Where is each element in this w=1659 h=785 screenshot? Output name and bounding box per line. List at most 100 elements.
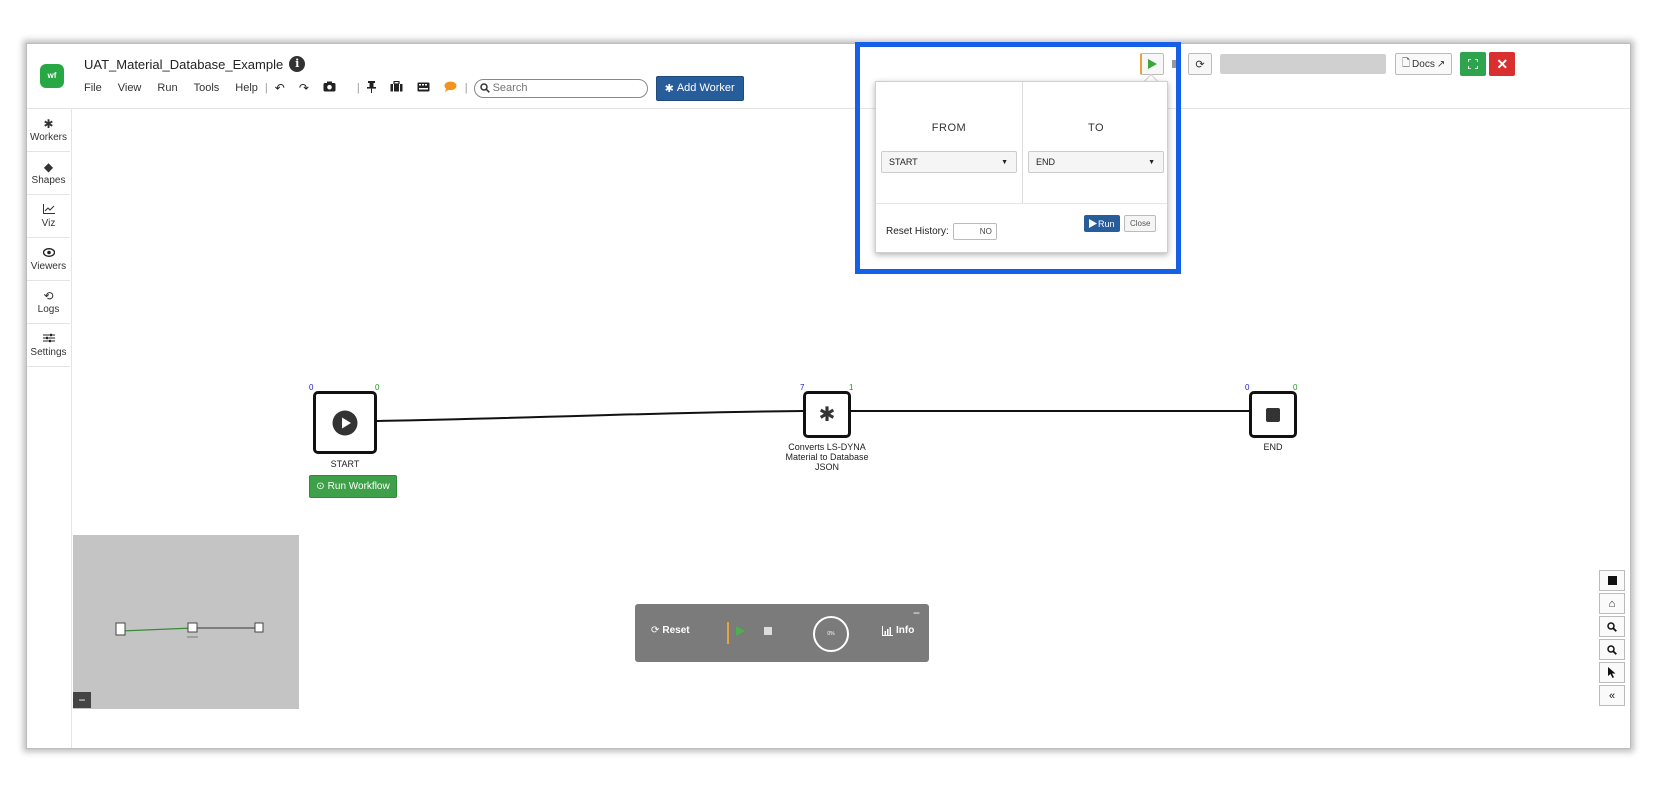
play-circle-icon: ⊙ [316, 481, 325, 492]
to-select[interactable]: END ▼ [1028, 151, 1164, 173]
node-start[interactable] [313, 391, 377, 454]
from-select[interactable]: START ▼ [881, 151, 1017, 173]
search-input[interactable] [492, 82, 633, 94]
sidebar-item-logs[interactable]: ⟲ Logs [27, 281, 70, 324]
menu-run[interactable]: Run [157, 82, 177, 94]
refresh-button[interactable]: ⟳ [1188, 53, 1212, 75]
add-worker-label: Add Worker [676, 82, 735, 94]
bar-chart-icon [882, 625, 893, 636]
menu-separator: | [264, 82, 268, 94]
docs-label: Docs [1412, 58, 1435, 70]
fullscreen-button[interactable] [1460, 52, 1487, 76]
stop-button[interactable] [1169, 53, 1183, 75]
refresh-icon: ⟳ [651, 625, 660, 636]
popup-run-button[interactable]: Run [1084, 215, 1120, 232]
pointer-icon [1608, 667, 1616, 678]
undo-icon[interactable]: ↶ [275, 81, 285, 95]
sidebar-item-workers[interactable]: ✱ Workers [27, 109, 70, 152]
comment-icon[interactable] [444, 81, 457, 95]
popup-close-button[interactable]: Close [1124, 215, 1157, 232]
port-in-count: 0 [1245, 383, 1250, 392]
to-header: TO [1087, 122, 1105, 134]
play-icon [1089, 219, 1097, 228]
node-converter[interactable]: ✱ [803, 391, 851, 438]
port-in-count: 7 [800, 383, 805, 392]
zoom-out-button[interactable] [1599, 639, 1625, 660]
node-label-line: Converts LS-DYNA [788, 442, 866, 452]
gear-icon: ✱ [818, 403, 836, 426]
fit-view-button[interactable] [1599, 570, 1625, 591]
stop-icon [1172, 60, 1180, 68]
node-end[interactable] [1249, 391, 1297, 438]
port-in-count: 0 [309, 383, 314, 392]
zoom-in-button[interactable] [1599, 616, 1625, 637]
minimap-collapse-button[interactable]: − [73, 692, 91, 708]
close-button[interactable]: ✕ [1489, 52, 1516, 76]
gear-icon: ✱ [664, 82, 674, 95]
workflow-title: UAT_Material_Database_Example [84, 56, 284, 72]
redo-icon[interactable]: ↷ [299, 81, 309, 95]
menu-help[interactable]: Help [235, 82, 258, 94]
app-header: wf UAT_Material_Database_Example i File … [27, 44, 1630, 109]
node-label-line: Material to Database [785, 452, 869, 462]
reset-history-toggle[interactable]: NO [952, 223, 997, 240]
play-icon [736, 626, 745, 636]
to-column: TO END ▼ [1023, 82, 1169, 203]
menu-view[interactable]: View [118, 82, 142, 94]
search-box[interactable] [473, 78, 648, 98]
sidebar-item-label: Viz [41, 217, 56, 229]
sidebar-item-viewers[interactable]: Viewers [27, 238, 70, 281]
minimap[interactable] [73, 535, 299, 709]
workflow-canvas[interactable]: 0 0 START ⊙ Run Workflow 7 1 ✱ Converts … [73, 110, 1630, 748]
minimap-graph [115, 622, 264, 638]
stop-icon [1266, 407, 1280, 422]
sidebar-item-label: Logs [37, 303, 60, 315]
docs-button[interactable]: 🗋 Docs ↗ [1395, 53, 1453, 75]
run-status-panel: − ⟳ Reset 0% Info [635, 604, 929, 662]
close-icon: ✕ [1496, 55, 1509, 72]
left-sidebar: ✱ Workers ◆ Shapes Viz Viewers ⟲ Logs Se… [27, 109, 72, 748]
sidebar-item-settings[interactable]: Settings [27, 324, 70, 367]
toolbar-separator: | [356, 82, 360, 94]
keyboard-icon[interactable] [417, 81, 430, 95]
info-label: Info [896, 625, 915, 636]
collapse-up-button[interactable]: « [1599, 685, 1625, 706]
popup-close-label: Close [1130, 219, 1151, 228]
reset-label: Reset [662, 625, 690, 636]
run-range-popup: FROM START ▼ TO END ▼ Reset History: NO … [875, 81, 1168, 253]
toggle-value: NO [979, 227, 992, 236]
history-icon: ⟲ [43, 288, 54, 303]
search-icon [479, 83, 490, 93]
info-button[interactable]: Info [882, 625, 914, 636]
line-chart-icon [42, 203, 55, 216]
add-worker-button[interactable]: ✱ Add Worker [655, 75, 744, 101]
zoom-in-icon [1607, 621, 1617, 632]
progress-ring: 0% [813, 616, 849, 652]
panel-stop-button[interactable] [764, 627, 772, 635]
sidebar-item-shapes[interactable]: ◆ Shapes [27, 152, 70, 195]
run-button[interactable] [1140, 53, 1164, 75]
minimize-icon[interactable]: − [913, 606, 920, 620]
menu-tools[interactable]: Tools [194, 82, 220, 94]
sidebar-item-viz[interactable]: Viz [27, 195, 70, 238]
menu-bar: File View Run Tools Help | ↶ ↷ | | Searc… [84, 75, 744, 101]
info-icon[interactable]: i [289, 56, 306, 72]
menu-file[interactable]: File [84, 82, 102, 94]
sidebar-item-label: Settings [30, 346, 67, 358]
camera-icon[interactable] [323, 81, 336, 95]
port-out-count: 0 [375, 383, 380, 392]
pin-icon[interactable] [366, 80, 376, 96]
briefcase-icon[interactable] [390, 80, 403, 95]
run-workflow-button[interactable]: ⊙ Run Workflow [309, 475, 397, 498]
select-mode-button[interactable] [1599, 662, 1625, 683]
panel-divider [727, 622, 729, 644]
home-button[interactable]: ⌂ [1599, 593, 1625, 614]
app-logo: wf [40, 64, 64, 88]
toolbar-separator-2: | [464, 82, 468, 94]
panel-play-button[interactable] [736, 626, 745, 636]
external-link-icon: ↗ [1436, 58, 1446, 70]
reset-button[interactable]: ⟳ Reset [651, 625, 690, 636]
home-icon: ⌂ [1608, 597, 1616, 610]
eye-icon [42, 247, 55, 259]
refresh-icon: ⟳ [1195, 58, 1205, 71]
